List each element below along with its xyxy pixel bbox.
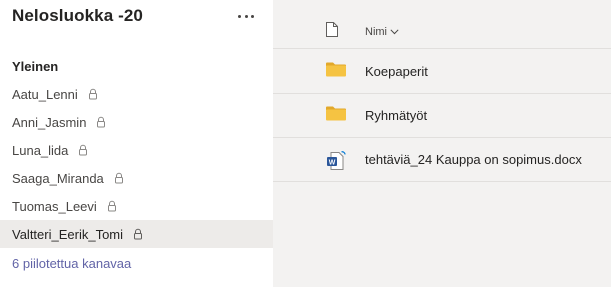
files-header-row: Nimi — [273, 16, 611, 49]
channel-item-valtteri-eerik-tomi[interactable]: Valtteri_Eerik_Tomi — [0, 220, 273, 248]
icon-cell — [273, 105, 365, 126]
channel-label: Anni_Jasmin — [12, 114, 87, 130]
channel-item-saaga-miranda[interactable]: Saaga_Miranda — [0, 164, 273, 192]
channel-item-tuomas-leevi[interactable]: Tuomas_Leevi — [0, 192, 273, 220]
file-row-ryhmatyot[interactable]: Ryhmätyöt — [273, 94, 611, 138]
team-name: Nelosluokka -20 — [12, 6, 143, 25]
name-column-header[interactable]: Nimi — [365, 26, 399, 38]
word-document-icon: W — [326, 150, 346, 170]
lock-icon — [133, 228, 143, 240]
channel-list: Aatu_Lenni Anni_Jasmin Luna_lida Saaga_M… — [0, 80, 273, 248]
channel-sidebar: Nelosluokka -20 Yleinen Aatu_Lenni Anni_… — [0, 0, 273, 287]
lock-icon — [114, 172, 124, 184]
file-row-koepaperit[interactable]: Koepaperit — [273, 50, 611, 94]
chevron-down-icon — [390, 29, 399, 35]
more-options-button[interactable] — [235, 8, 257, 24]
channel-label: Tuomas_Leevi — [12, 198, 97, 214]
channel-label: Saaga_Miranda — [12, 170, 104, 186]
channel-label: Aatu_Lenni — [12, 86, 78, 102]
general-channel[interactable]: Yleinen — [12, 59, 58, 74]
channel-item-aatu-lenni[interactable]: Aatu_Lenni — [0, 80, 273, 108]
icon-cell: W — [273, 150, 365, 170]
folder-icon — [326, 61, 346, 82]
hidden-channels-link[interactable]: 6 piilotettua kanavaa — [12, 256, 131, 271]
file-row-tehtavia-docx[interactable]: W tehtäviä_24 Kauppa on sopimus.docx — [273, 138, 611, 182]
icon-cell — [273, 61, 365, 82]
file-name: Koepaperit — [365, 64, 428, 79]
file-type-column-header[interactable] — [273, 22, 365, 42]
channel-item-luna-lida[interactable]: Luna_lida — [0, 136, 273, 164]
lock-icon — [107, 200, 117, 212]
channel-label: Valtteri_Eerik_Tomi — [12, 226, 124, 242]
files-panel: Nimi Koepaperit Ryhmätyöt W tehtäviä_24 … — [273, 0, 611, 287]
lock-icon — [78, 144, 88, 156]
lock-icon — [96, 116, 106, 128]
file-name: tehtäviä_24 Kauppa on sopimus.docx — [365, 152, 582, 167]
channel-item-anni-jasmin[interactable]: Anni_Jasmin — [0, 108, 273, 136]
more-dot — [244, 14, 248, 18]
svg-text:W: W — [329, 159, 336, 166]
channel-label: Luna_lida — [12, 142, 69, 158]
lock-icon — [88, 88, 98, 100]
name-column-label: Nimi — [365, 26, 387, 38]
more-dot — [238, 14, 241, 18]
folder-icon — [326, 105, 346, 126]
file-type-icon — [326, 22, 338, 42]
more-dot — [251, 14, 254, 18]
file-name: Ryhmätyöt — [365, 108, 428, 123]
